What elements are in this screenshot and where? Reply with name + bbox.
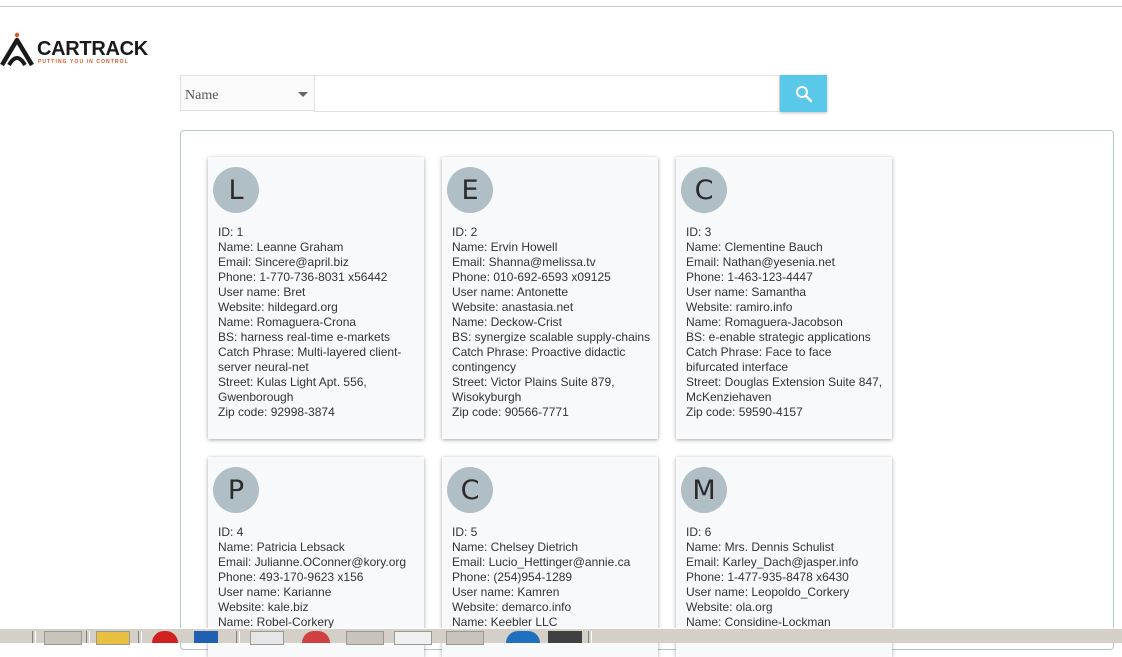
user-detail-line: User name: Leopoldo_Corkery bbox=[686, 585, 850, 599]
taskbar-item[interactable] bbox=[394, 631, 432, 645]
top-divider bbox=[0, 6, 1122, 7]
avatar: C bbox=[681, 167, 727, 213]
taskbar-separator bbox=[138, 631, 142, 643]
taskbar-item[interactable] bbox=[96, 631, 130, 645]
user-detail-line: User name: Karianne bbox=[218, 585, 332, 599]
chevron-down-icon bbox=[298, 92, 308, 97]
user-detail-line: ID: 2 bbox=[452, 225, 478, 239]
user-detail-line: BS: e-enable strategic applications bbox=[686, 330, 871, 344]
user-detail-line: Street: Kulas Light Apt. 556, Gwenboroug… bbox=[218, 375, 367, 404]
user-detail-line: ID: 6 bbox=[686, 525, 712, 539]
taskbar-separator bbox=[588, 631, 592, 643]
user-detail-line: Website: hildegard.org bbox=[218, 300, 338, 314]
avatar: L bbox=[213, 167, 259, 213]
taskbar-separator bbox=[32, 631, 36, 643]
user-detail-line: Name: Clementine Bauch bbox=[686, 240, 823, 254]
user-detail-line: Name: Mrs. Dennis Schulist bbox=[686, 540, 835, 554]
search-icon bbox=[795, 85, 812, 102]
user-detail-line: Catch Phrase: Proactive didactic conting… bbox=[452, 345, 626, 374]
cartrack-logo[interactable]: CARTRACK PUTTING YOU IN CONTROL bbox=[0, 30, 148, 70]
user-detail-line: User name: Kamren bbox=[452, 585, 560, 599]
user-detail-line: Email: Karley_Dach@jasper.info bbox=[686, 555, 859, 569]
user-detail-line: Name: Patricia Lebsack bbox=[218, 540, 345, 554]
cartrack-logo-icon bbox=[0, 32, 34, 67]
taskbar-separator bbox=[236, 631, 240, 643]
user-detail-line: Name: Romaguera-Crona bbox=[218, 315, 357, 329]
user-detail-line: Email: Lucio_Hettinger@annie.ca bbox=[452, 555, 631, 569]
user-detail-line: BS: synergize scalable supply-chains bbox=[452, 330, 651, 344]
user-detail-line: User name: Bret bbox=[218, 285, 306, 299]
user-detail-line: Name: Ervin Howell bbox=[452, 240, 558, 254]
taskbar-item[interactable] bbox=[250, 631, 284, 645]
taskbar-item[interactable] bbox=[302, 631, 330, 643]
user-card[interactable]: C ID: 3 Name: Clementine Bauch Email: Natha… bbox=[676, 157, 892, 439]
search-bar: Name bbox=[180, 75, 827, 112]
avatar: P bbox=[213, 467, 259, 513]
user-detail-line: Name: Romaguera-Jacobson bbox=[686, 315, 843, 329]
user-detail-line: ID: 5 bbox=[452, 525, 478, 539]
user-detail-line: Email: Julianne.OConner@kory.org bbox=[218, 555, 407, 569]
user-detail-line: Website: kale.biz bbox=[218, 600, 309, 614]
avatar: E bbox=[447, 167, 493, 213]
taskbar-separator bbox=[86, 631, 90, 643]
user-detail-line: Phone: 493-170-9623 x156 bbox=[218, 570, 364, 584]
user-detail-line: Website: ola.org bbox=[686, 600, 773, 614]
user-detail-line: Website: anastasia.net bbox=[452, 300, 574, 314]
user-detail-line: Phone: 1-463-123-4447 bbox=[686, 270, 813, 284]
user-detail-line: ID: 1 bbox=[218, 225, 244, 239]
avatar: M bbox=[681, 467, 727, 513]
user-detail-line: Website: demarco.info bbox=[452, 600, 572, 614]
user-detail-line: Catch Phrase: Multi-layered client-serve… bbox=[218, 345, 402, 374]
search-input[interactable] bbox=[314, 75, 780, 112]
user-detail-line: ID: 3 bbox=[686, 225, 712, 239]
user-detail-line: Zip code: 92998-3874 bbox=[218, 405, 335, 419]
user-card[interactable]: M ID: 6 Name: Mrs. Dennis Schulist Email: K… bbox=[676, 457, 892, 657]
taskbar-item[interactable] bbox=[506, 631, 540, 643]
user-detail-line: BS: harness real-time e-markets bbox=[218, 330, 391, 344]
brand-name: CARTRACK bbox=[37, 38, 148, 60]
user-detail-line: Website: ramiro.info bbox=[686, 300, 793, 314]
user-detail-line: Zip code: 59590-4157 bbox=[686, 405, 803, 419]
taskbar-item[interactable] bbox=[44, 631, 82, 645]
user-card[interactable]: C ID: 5 Name: Chelsey Dietrich Email: Lucio… bbox=[442, 457, 658, 657]
search-button[interactable] bbox=[780, 75, 827, 112]
user-detail-line: Phone: 1-770-736-8031 x56442 bbox=[218, 270, 388, 284]
taskbar-item[interactable] bbox=[194, 631, 218, 643]
user-detail-line: Zip code: 90566-7771 bbox=[452, 405, 569, 419]
user-detail-line: Phone: 010-692-6593 x09125 bbox=[452, 270, 611, 284]
taskbar-item[interactable] bbox=[346, 631, 384, 645]
user-detail-line: Name: Leanne Graham bbox=[218, 240, 344, 254]
user-card[interactable]: L ID: 1 Name: Leanne Graham Email: Sincere@… bbox=[208, 157, 424, 439]
user-card[interactable]: P ID: 4 Name: Patricia Lebsack Email: Julia… bbox=[208, 457, 424, 657]
user-detail-line: Phone: 1-477-935-8478 x6430 bbox=[686, 570, 849, 584]
search-field-value: Name bbox=[185, 88, 219, 103]
user-card[interactable]: E ID: 2 Name: Ervin Howell Email: Shanna@me… bbox=[442, 157, 658, 439]
user-detail-line: User name: Samantha bbox=[686, 285, 807, 299]
user-detail-line: Name: Deckow-Crist bbox=[452, 315, 563, 329]
user-detail-line: User name: Antonette bbox=[452, 285, 569, 299]
user-detail-line: Street: Victor Plains Suite 879, Wisokyb… bbox=[452, 375, 615, 404]
avatar: C bbox=[447, 467, 493, 513]
taskbar-item[interactable] bbox=[548, 631, 582, 643]
user-detail-line: Phone: (254)954-1289 bbox=[452, 570, 573, 584]
user-detail-line: Email: Nathan@yesenia.net bbox=[686, 255, 835, 269]
user-detail-line: ID: 4 bbox=[218, 525, 244, 539]
user-detail-line: Name: Chelsey Dietrich bbox=[452, 540, 579, 554]
search-field-select[interactable]: Name bbox=[180, 75, 314, 111]
taskbar-item[interactable] bbox=[152, 631, 178, 643]
user-detail-line: Catch Phrase: Face to face bifurcated in… bbox=[686, 345, 832, 374]
taskbar bbox=[0, 628, 1122, 645]
taskbar-item[interactable] bbox=[446, 631, 484, 645]
user-detail-line: Street: Douglas Extension Suite 847, McK… bbox=[686, 375, 883, 404]
user-detail-line: Email: Sincere@april.biz bbox=[218, 255, 349, 269]
user-detail-line: Email: Shanna@melissa.tv bbox=[452, 255, 596, 269]
brand-tagline: PUTTING YOU IN CONTROL bbox=[38, 59, 129, 65]
